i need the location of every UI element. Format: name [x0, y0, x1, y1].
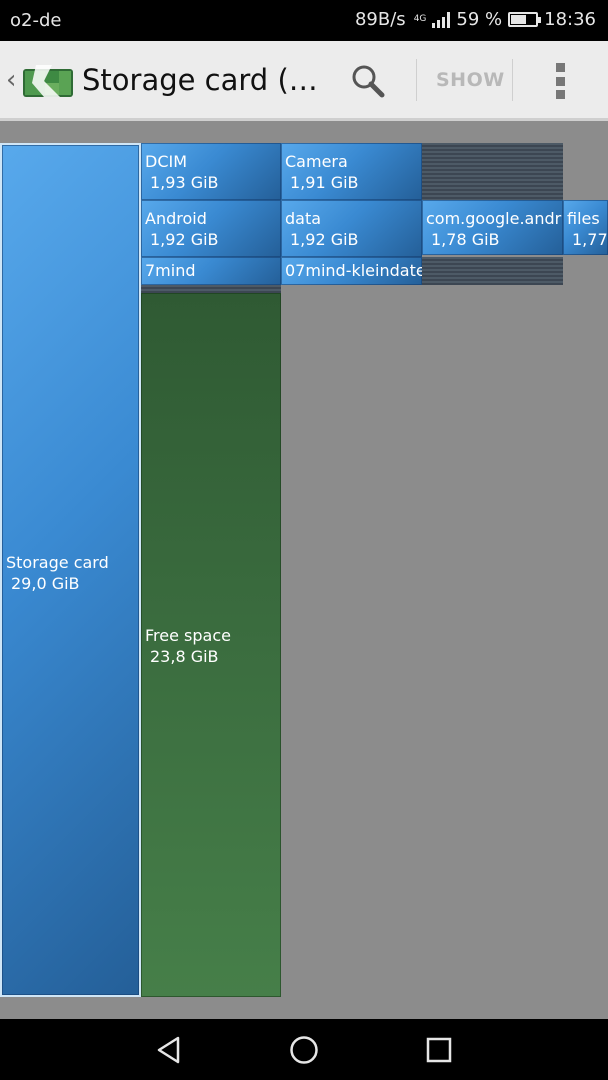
vertical-dots-icon[interactable]: [554, 63, 566, 99]
status-bar: o2-de 89B/s 4G 59 % 18:36: [0, 0, 608, 41]
net-speed: 89B/s: [354, 9, 406, 30]
tile-name: data: [285, 209, 322, 228]
treemap-tile-07mind-kleindate[interactable]: 07mind-kleindate: [281, 257, 422, 285]
tile-size: 1,91 GiB: [290, 173, 359, 192]
treemap-small-items[interactable]: [141, 285, 281, 293]
treemap-tile-camera[interactable]: Camera 1,91 GiB: [281, 143, 422, 200]
treemap-free-space[interactable]: Free space 23,8 GiB: [141, 293, 281, 997]
action-divider: [512, 59, 513, 101]
tile-name: Camera: [285, 152, 348, 171]
action-divider: [416, 59, 417, 101]
treemap-tile-android[interactable]: Android 1,92 GiB: [141, 200, 281, 257]
page-title: Storage card (…: [82, 63, 318, 97]
treemap-root-storage-card[interactable]: Storage card 29,0 GiB: [0, 143, 141, 997]
treemap-tile-files[interactable]: files 1,77: [563, 200, 608, 255]
network-type-icon: 4G: [413, 14, 427, 24]
tile-size: 1,77: [572, 230, 608, 249]
triangle-back-icon[interactable]: [154, 1035, 184, 1065]
treemap-tile-7mind[interactable]: 7mind: [141, 257, 281, 285]
tile-name: Storage card: [6, 553, 109, 572]
action-bar: ‹ Storage card (… SHOW: [0, 41, 608, 121]
tile-size: 1,93 GiB: [150, 173, 219, 192]
treemap-tile-data[interactable]: data 1,92 GiB: [281, 200, 422, 257]
magnifier-icon[interactable]: [348, 61, 388, 101]
clock: 18:36: [544, 9, 596, 30]
treemap-small-items[interactable]: [422, 257, 563, 285]
show-button[interactable]: SHOW: [436, 69, 505, 91]
disk-usage-app-icon[interactable]: [22, 63, 74, 99]
tile-size: 1,92 GiB: [290, 230, 359, 249]
treemap-small-items[interactable]: [422, 143, 563, 200]
treemap-tile-dcim[interactable]: DCIM 1,93 GiB: [141, 143, 281, 200]
tile-size: 23,8 GiB: [150, 647, 219, 666]
treemap-view[interactable]: Storage card 29,0 GiB DCIM 1,93 GiB Andr…: [0, 121, 608, 1019]
tile-name: 7mind: [145, 261, 196, 280]
tile-size: 29,0 GiB: [11, 574, 80, 593]
tile-name: 07mind-kleindate: [285, 261, 422, 280]
carrier-name: o2-de: [10, 10, 62, 31]
battery-percent: 59 %: [456, 9, 503, 30]
chevron-left-icon[interactable]: ‹: [6, 65, 16, 95]
tile-name: files: [567, 209, 600, 228]
navigation-bar: [0, 1019, 608, 1080]
battery-icon: [508, 12, 542, 27]
tile-name: DCIM: [145, 152, 188, 171]
treemap-tile-com-google-android[interactable]: com.google.andr 1,78 GiB: [422, 200, 563, 255]
status-icons: 89B/s 4G 59 % 18:36: [355, 9, 596, 30]
tile-name: Android: [145, 209, 207, 228]
signal-icon: [432, 11, 451, 28]
tile-name: Free space: [145, 626, 231, 645]
tile-size: 1,78 GiB: [431, 230, 500, 249]
circle-home-icon[interactable]: [288, 1035, 320, 1065]
tile-size: 1,92 GiB: [150, 230, 219, 249]
square-recents-icon[interactable]: [425, 1035, 453, 1065]
tile-name: com.google.andr: [426, 209, 562, 228]
